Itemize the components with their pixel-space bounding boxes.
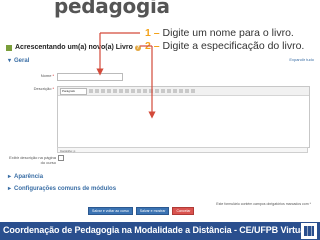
footer-text: Coordenação de Pedagogia na Modalidade a… [3, 225, 308, 235]
annotation-arrows [96, 32, 156, 119]
ufpb-logo [301, 223, 317, 239]
footer-bar: Coordenação de Pedagogia na Modalidade a… [0, 222, 320, 240]
